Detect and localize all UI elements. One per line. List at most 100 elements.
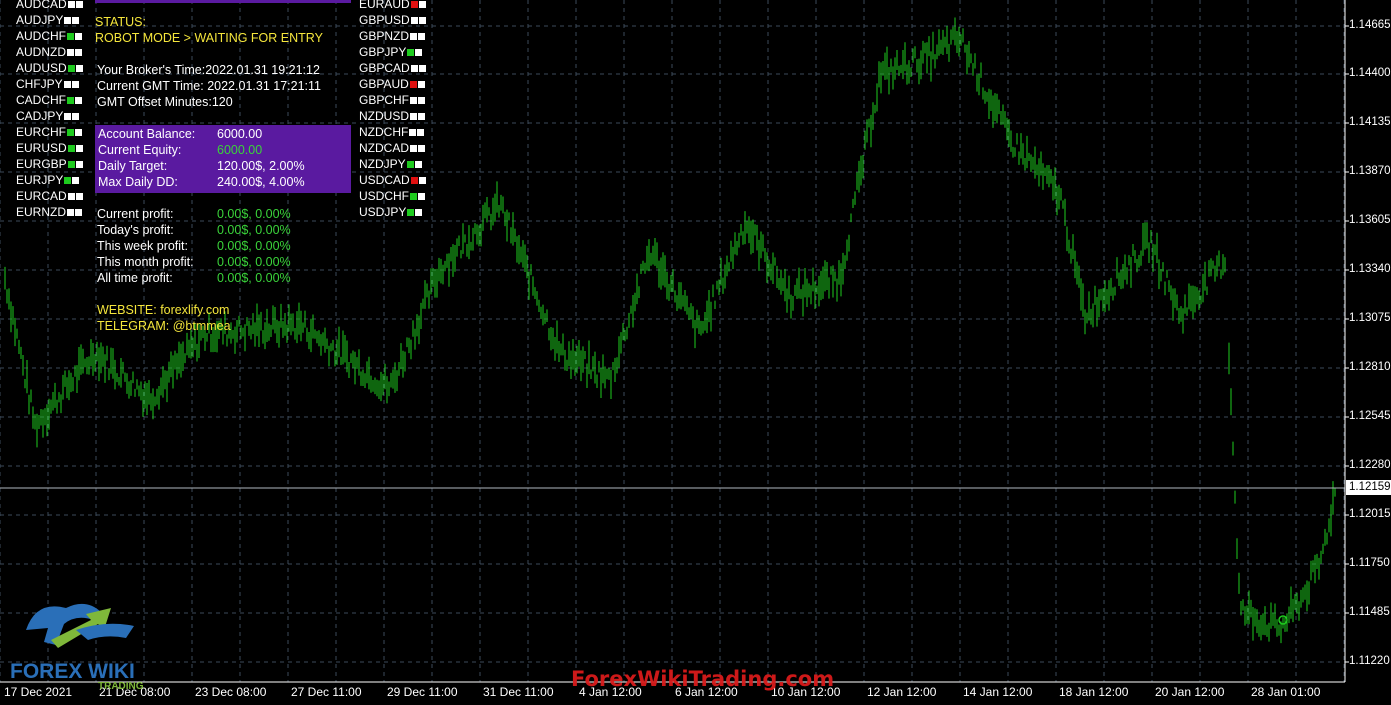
account-row-label: Max Daily DD: (98, 175, 178, 189)
pair-label: AUDJPY (16, 13, 64, 27)
pair-status-indicator (407, 49, 415, 57)
account-row-value: 120.00$, 2.00% (217, 159, 305, 173)
account-row-label: Current Equity: (98, 143, 182, 157)
pair-status-indicator (67, 129, 74, 137)
forex-wiki-logo: FOREX WIKI TRADING (10, 603, 144, 690)
pair-label: EURUSD (16, 141, 67, 155)
profit-value: 0.00$, 0.00% (217, 271, 291, 285)
price-tick-label: 1.11220 (1349, 655, 1390, 667)
pair-secondary-indicator (418, 113, 425, 121)
pair-secondary-indicator (418, 193, 425, 201)
pair-label: NZDCHF (359, 125, 409, 139)
pair-status-indicator (67, 97, 74, 105)
pair-label: EURJPY (16, 173, 64, 187)
pair-item-nzdcad: NZDCAD (359, 141, 425, 155)
pair-secondary-indicator (75, 1, 83, 9)
gmt-offset: GMT Offset Minutes:120 (97, 95, 233, 109)
pair-secondary-indicator (72, 113, 80, 121)
date-tick-label: 31 Dec 11:00 (483, 685, 554, 699)
price-tick-label: 1.12280 (1349, 459, 1391, 471)
date-tick-label: 23 Dec 08:00 (195, 685, 267, 699)
date-tick-label: 28 Jan 01:00 (1251, 685, 1321, 699)
profit-label: This month profit: (97, 255, 194, 269)
pair-secondary-indicator (415, 209, 423, 217)
pair-status-indicator (410, 113, 417, 121)
pair-status-indicator (410, 1, 418, 9)
pair-item-nzdchf: NZDCHF (359, 125, 425, 139)
pair-status-indicator (67, 33, 74, 41)
pair-secondary-indicator (72, 177, 80, 185)
profit-value: 0.00$, 0.00% (217, 239, 291, 253)
pair-item-audnzd: AUDNZD (16, 45, 82, 59)
pair-item-euraud: EURAUD (359, 0, 426, 11)
pair-secondary-indicator (418, 17, 426, 25)
pair-status-indicator (67, 209, 74, 217)
pair-status-indicator (410, 33, 418, 41)
pair-item-nzdjpy: NZDJPY (359, 157, 422, 171)
profit-label: This week profit: (97, 239, 189, 253)
pair-item-eurnzd: EURNZD (16, 205, 82, 219)
account-row-value: 240.00$, 4.00% (217, 175, 305, 189)
price-tick-label: 1.12545 (1349, 410, 1391, 422)
pair-label: GBPUSD (359, 13, 410, 27)
broker-time: Your Broker's Time:2022.01.31 19:21:12 (97, 63, 320, 77)
price-tick-label: 1.13870 (1349, 165, 1391, 177)
profit-label: Current profit: (97, 207, 174, 221)
pair-item-nzdusd: NZDUSD (359, 109, 425, 123)
pair-item-cadchf: CADCHF (16, 93, 82, 107)
date-tick-label: 14 Jan 12:00 (963, 685, 1033, 699)
pair-status-indicator (409, 129, 417, 137)
pair-item-usdchf: USDCHF (359, 189, 425, 203)
profit-value: 0.00$, 0.00% (217, 255, 291, 269)
pair-secondary-indicator (75, 65, 83, 73)
pair-status-indicator (67, 65, 75, 73)
pair-secondary-indicator (415, 49, 423, 57)
pair-label: GBPJPY (359, 45, 407, 59)
pair-secondary-indicator (417, 129, 425, 137)
price-tick-label: 1.11485 (1349, 606, 1390, 618)
pair-status-indicator (409, 81, 417, 89)
pair-secondary-indicator (417, 81, 425, 89)
pair-status-indicator (67, 193, 75, 201)
pair-label: USDCAD (359, 173, 410, 187)
pair-item-eurchf: EURCHF (16, 125, 82, 139)
pair-label: NZDUSD (359, 109, 409, 123)
price-tick-label: 1.11750 (1349, 557, 1390, 569)
pair-item-gbpjpy: GBPJPY (359, 45, 423, 59)
pair-status-indicator (410, 145, 417, 153)
profit-label: Today's profit: (97, 223, 174, 237)
status-label: STATUS: (95, 15, 146, 29)
pair-secondary-indicator (72, 17, 80, 25)
telegram-label: TELEGRAM: @btmmea (97, 319, 231, 333)
pair-item-eurcad: EURCAD (16, 189, 83, 203)
pair-item-gbpchf: GBPCHF (359, 93, 426, 107)
pair-secondary-indicator (75, 145, 83, 153)
pair-item-gbpcad: GBPCAD (359, 61, 426, 75)
pair-label: USDJPY (359, 205, 407, 219)
pair-secondary-indicator (418, 97, 426, 105)
pair-status-indicator (64, 177, 72, 185)
pair-secondary-indicator (71, 81, 79, 89)
pair-secondary-indicator (418, 1, 426, 9)
profit-value: 0.00$, 0.00% (217, 207, 291, 221)
pair-label: AUDUSD (16, 61, 67, 75)
pair-label: EURNZD (16, 205, 66, 219)
price-tick-label: 1.14135 (1349, 116, 1391, 128)
status-value: ROBOT MODE > WAITING FOR ENTRY (95, 31, 323, 45)
price-tick-label: 1.14665 (1349, 19, 1391, 31)
pair-secondary-indicator (418, 177, 426, 185)
price-tick-label: 1.13075 (1349, 312, 1391, 324)
price-tick-label: 1.14400 (1349, 67, 1391, 79)
pair-secondary-indicator (75, 209, 82, 217)
price-tick-label: 1.12015 (1349, 508, 1391, 520)
pair-label: AUDCAD (16, 0, 67, 11)
pair-label: EURAUD (359, 0, 410, 11)
gmt-time: Current GMT Time: 2022.01.31 17:21:11 (97, 79, 321, 93)
pair-label: GBPCAD (359, 61, 410, 75)
pair-item-usdjpy: USDJPY (359, 205, 423, 219)
pair-secondary-indicator (418, 65, 426, 73)
logo-title: FOREX WIKI (10, 660, 135, 683)
pair-status-indicator (64, 17, 72, 25)
pair-status-indicator (63, 81, 71, 89)
date-tick-label: 12 Jan 12:00 (867, 685, 937, 699)
